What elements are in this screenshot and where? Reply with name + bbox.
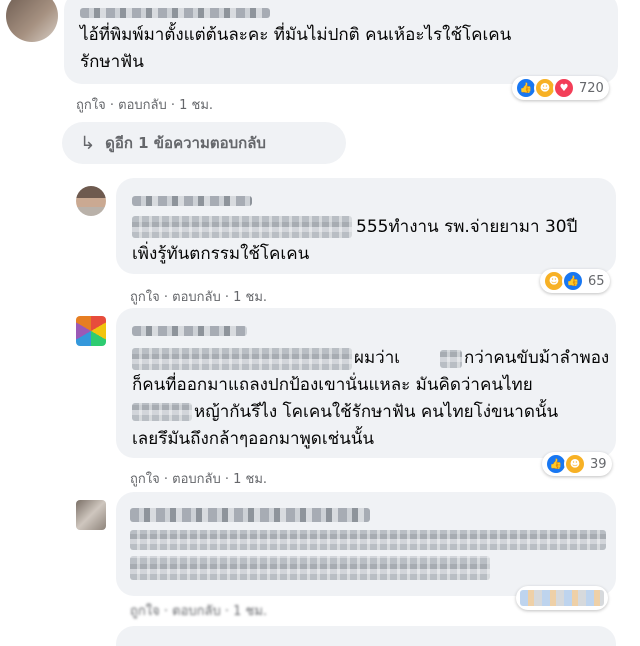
comment-text-line: ผมว่าเ <box>354 348 401 368</box>
view-more-replies-button[interactable]: ↳ ดูอีก 1 ข้อความตอบกลับ <box>62 122 346 164</box>
comment-actions: ถูกใจ · ตอบกลับ · 1 ชม. <box>130 600 267 621</box>
avatar[interactable] <box>6 0 58 42</box>
avatar[interactable] <box>76 186 106 216</box>
separator: · <box>224 604 234 619</box>
commenter-name[interactable] <box>132 326 247 336</box>
comment-text-line: เลยรึมันถึงกล้าๆออกมาพูดเช่นนั้น <box>132 429 375 449</box>
commenter-name[interactable] <box>130 508 370 522</box>
next-comment-bubble <box>116 626 616 646</box>
haha-icon: ☻ <box>564 453 586 475</box>
comment-text-line: หญ้ากันรึไง โคเคนใช้รักษาฟัน คนไทยโง่ขนา… <box>194 402 559 422</box>
commenter-name[interactable] <box>80 8 270 18</box>
redacted-text <box>132 348 352 370</box>
comment-text-line: รักษาฟัน <box>80 52 144 72</box>
redacted-text <box>130 556 490 580</box>
reaction-summary[interactable]: 👍 ☻ ♥ 720 <box>512 76 609 100</box>
comment-text-line: ไอ้ที่พิมพ์มาตั้งแต่ต้นละคะ ที่มันไม่ปกต… <box>80 25 512 45</box>
comment-time[interactable]: 1 ชม. <box>233 604 267 619</box>
view-more-replies-label: ดูอีก 1 ข้อความตอบกลับ <box>105 134 266 152</box>
comment-actions: ถูกใจ · ตอบกลับ · 1 ชม. <box>76 94 213 115</box>
redacted-text <box>132 403 192 421</box>
reply-action[interactable]: ตอบกลับ <box>172 290 221 305</box>
reply-action[interactable]: ตอบกลับ <box>172 472 221 487</box>
comment-time[interactable]: 1 ชม. <box>233 472 267 487</box>
like-action[interactable]: ถูกใจ <box>76 98 106 113</box>
separator: · <box>224 472 234 487</box>
separator: · <box>163 290 173 305</box>
reply-action[interactable]: ตอบกลับ <box>118 98 167 113</box>
separator: · <box>163 604 173 619</box>
reaction-summary[interactable] <box>516 586 608 610</box>
separator: · <box>109 98 119 113</box>
avatar[interactable] <box>76 500 106 530</box>
redacted-text <box>132 216 352 238</box>
like-action[interactable]: ถูกใจ <box>130 472 160 487</box>
comment-time[interactable]: 1 ชม. <box>233 290 267 305</box>
comment-text-line: กว่าคนขับม้าลำพอง <box>464 348 610 368</box>
like-icon: 👍 <box>562 270 584 292</box>
reaction-count: 720 <box>579 80 604 96</box>
avatar[interactable] <box>76 316 106 346</box>
comment-actions: ถูกใจ · ตอบกลับ · 1 ชม. <box>130 468 267 489</box>
redacted-text <box>130 530 606 550</box>
separator: · <box>224 290 234 305</box>
comment-text-line: ก็คนที่ออกมาแถลงปกป้องเขานั่นแหละ มันคิด… <box>132 375 533 395</box>
love-icon: ♥ <box>553 77 575 99</box>
separator: · <box>170 98 180 113</box>
comment-time[interactable]: 1 ชม. <box>179 98 213 113</box>
reply-arrow-icon: ↳ <box>80 132 96 154</box>
like-action[interactable]: ถูกใจ <box>130 604 160 619</box>
redacted-text <box>440 350 462 368</box>
commenter-name[interactable] <box>132 196 252 206</box>
redacted-reactions <box>520 590 604 606</box>
reaction-summary[interactable]: 👍 ☻ 39 <box>542 452 612 476</box>
reaction-summary[interactable]: ☻ 👍 65 <box>540 269 610 293</box>
comment-text-line: เพิ่งรู้ทันตกรรมใช้โคเคน <box>132 244 310 264</box>
reaction-count: 39 <box>590 456 607 472</box>
reaction-count: 65 <box>588 273 605 289</box>
comment-actions: ถูกใจ · ตอบกลับ · 1 ชม. <box>130 286 267 307</box>
reply-action[interactable]: ตอบกลับ <box>172 604 221 619</box>
like-action[interactable]: ถูกใจ <box>130 290 160 305</box>
separator: · <box>163 472 173 487</box>
comment-text-line: 555ทำงาน รพ.จ่ายยามา 30ปี <box>356 217 578 237</box>
